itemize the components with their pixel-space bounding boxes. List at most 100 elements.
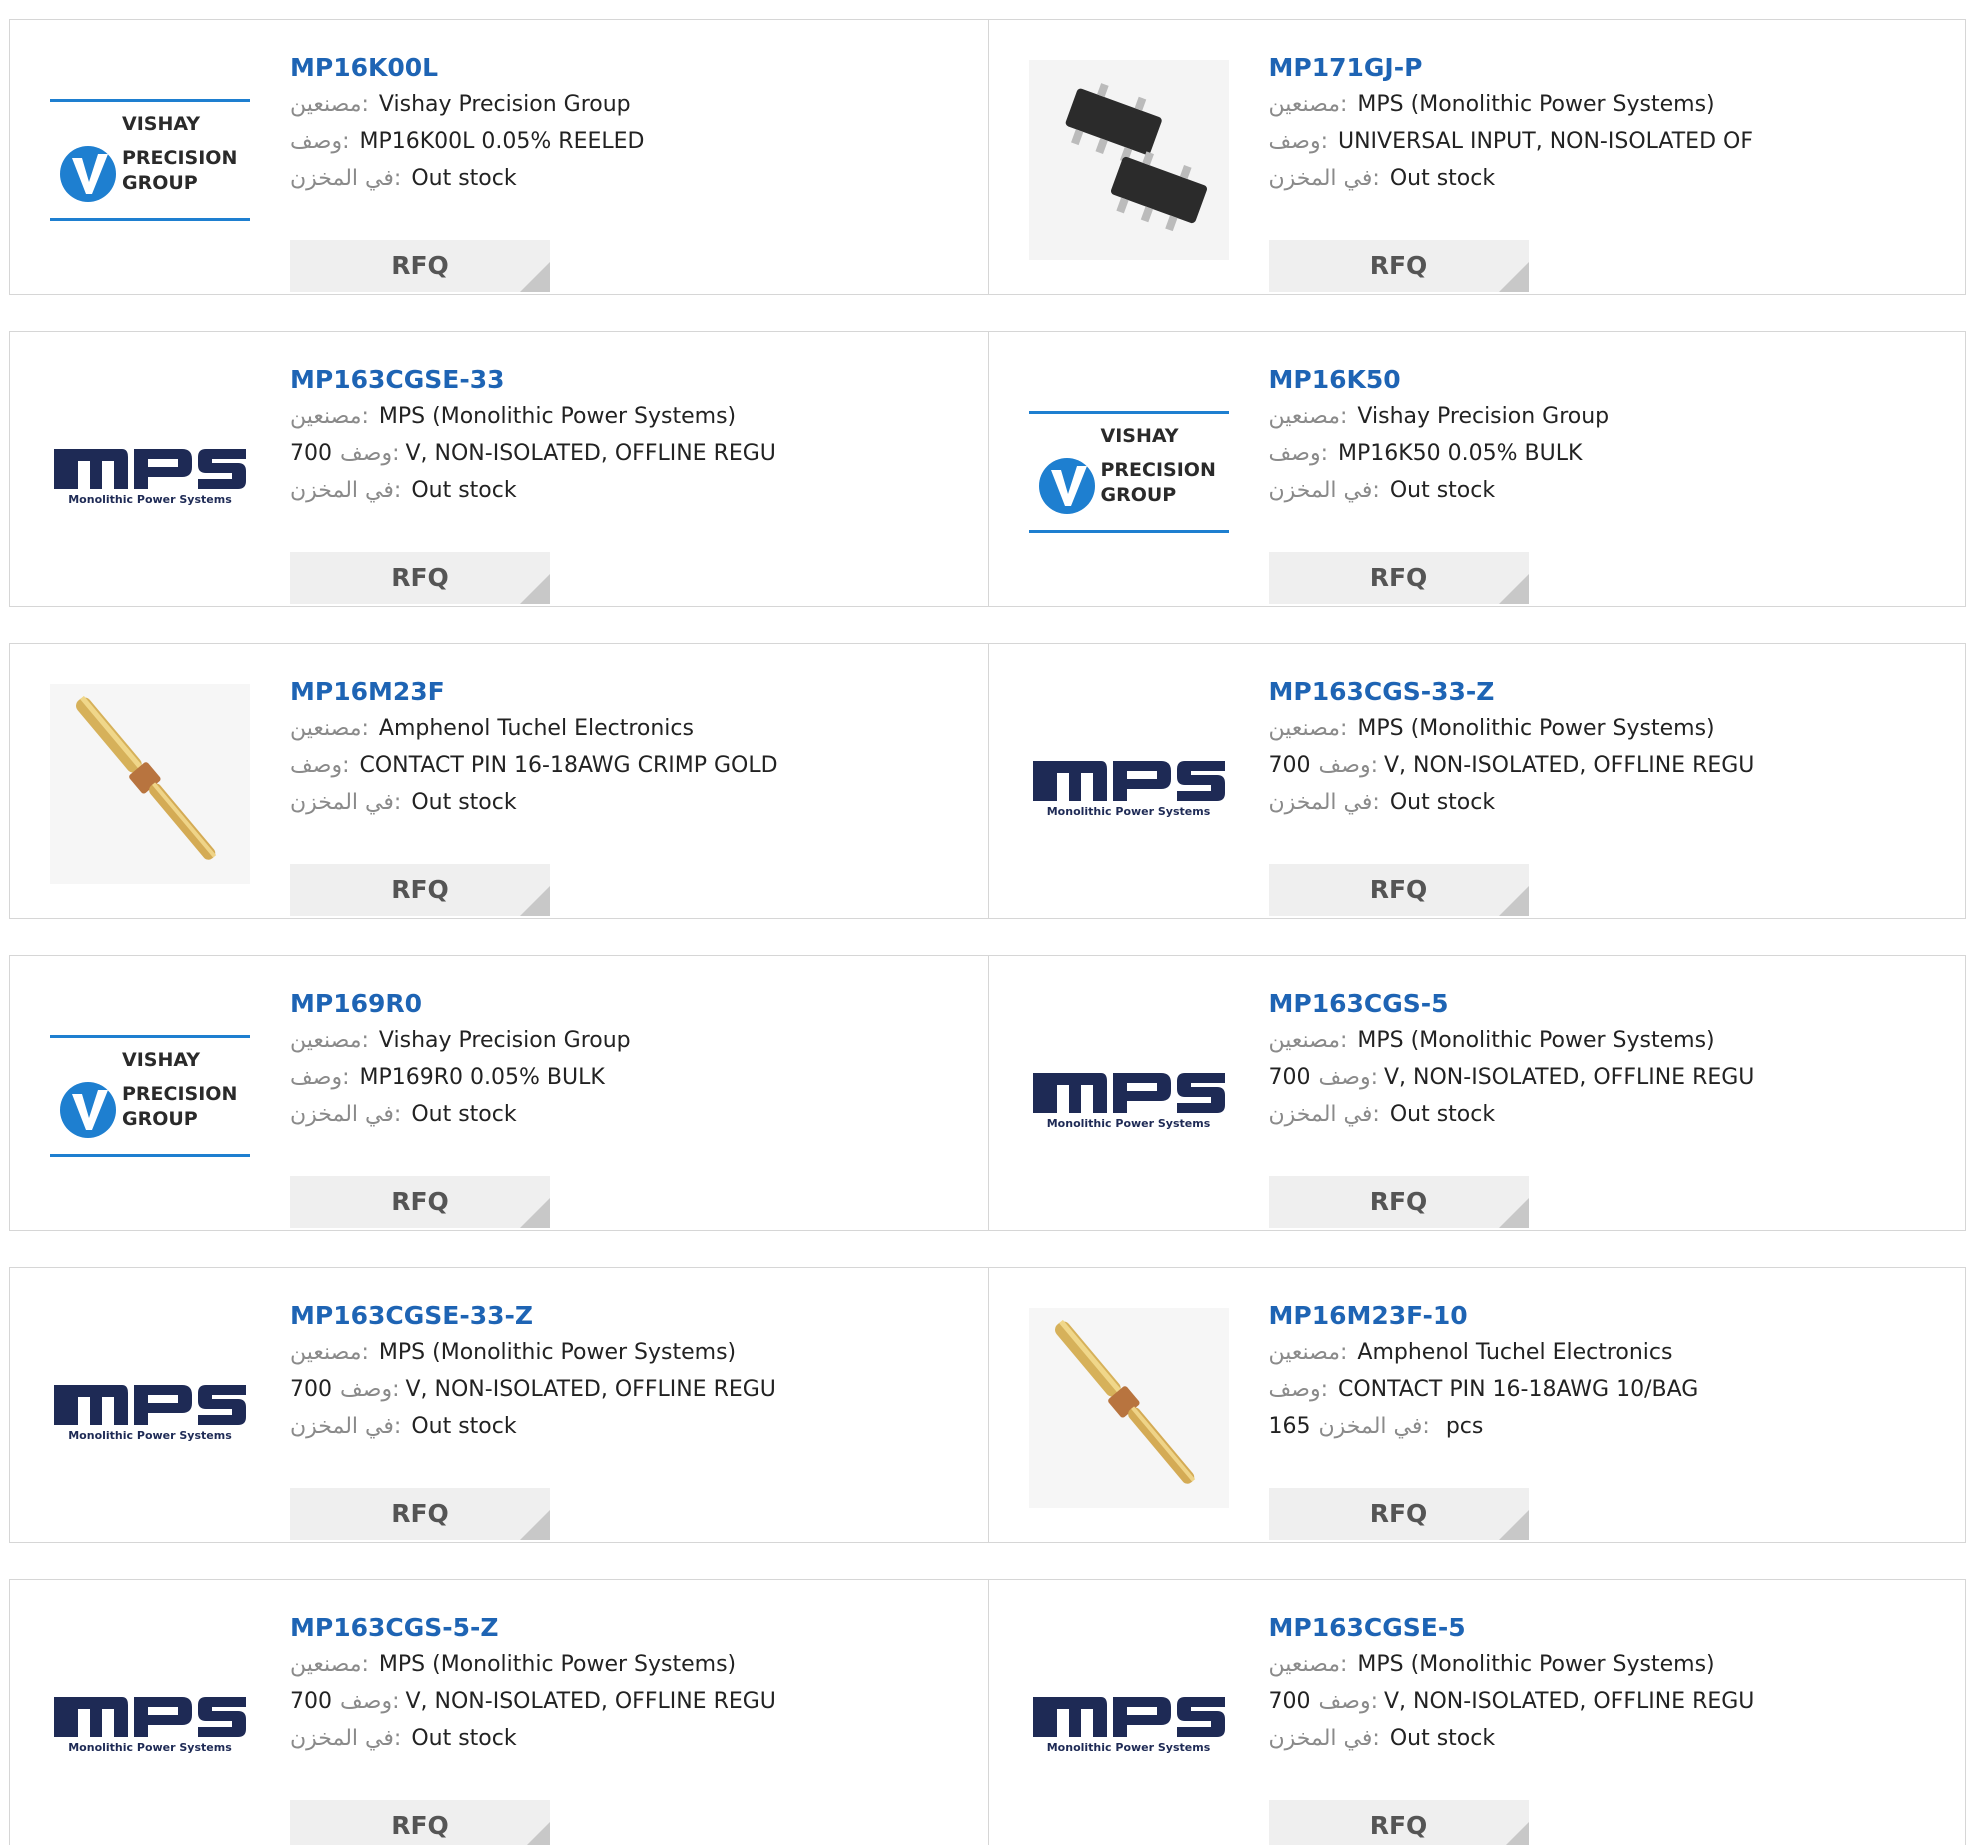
- product-image[interactable]: Monolithic Power Systems: [50, 1620, 250, 1820]
- manufacturer-label: مصنعين:: [290, 1028, 369, 1053]
- stock-line: في المخزن: Out stock: [1269, 1720, 1946, 1757]
- description-label: وصف:: [340, 1689, 400, 1714]
- part-number-link[interactable]: MP16M23F-10: [1269, 1298, 1946, 1334]
- logo-rule: [1028, 411, 1229, 414]
- stock-label: في المخزن:: [1268, 1726, 1380, 1751]
- product-card: MP171GJ-P مصنعين: MPS (Monolithic Power Sy…: [987, 20, 1966, 294]
- part-number-link[interactable]: MP16K00L: [290, 50, 968, 86]
- description-prefix: 700: [290, 1377, 332, 1402]
- rfq-button[interactable]: RFQ: [290, 552, 550, 604]
- rfq-button[interactable]: RFQ: [290, 1176, 550, 1228]
- manufacturer-value: MPS (Monolithic Power Systems): [378, 1652, 737, 1677]
- rfq-button-label: RFQ: [1369, 1811, 1428, 1840]
- rfq-button-label: RFQ: [1369, 1499, 1428, 1528]
- product-card: VISHAY PRECISION GROUP MP169R0 مصنعين: Vishay…: [10, 956, 988, 1230]
- rfq-button[interactable]: RFQ: [290, 240, 550, 292]
- description-label: وصف:: [1318, 753, 1379, 778]
- rfq-button[interactable]: RFQ: [1268, 1176, 1529, 1228]
- mps-logo-subtitle: Monolithic Power Systems: [68, 1429, 232, 1442]
- rfq-button[interactable]: RFQ: [1268, 1800, 1529, 1845]
- part-number-link[interactable]: MP16M23F: [290, 674, 968, 710]
- manufacturer-value: MPS (Monolithic Power Systems): [1357, 1652, 1715, 1677]
- description-label: وصف:: [290, 1065, 350, 1090]
- stock-label: في المخزن:: [1318, 1414, 1430, 1439]
- mps-logo: Monolithic Power Systems: [52, 437, 248, 507]
- part-number-link[interactable]: MP16K50: [1269, 362, 1946, 398]
- manufacturer-value: MPS (Monolithic Power Systems): [378, 404, 737, 429]
- product-image[interactable]: Monolithic Power Systems: [1029, 996, 1229, 1196]
- description-value: V, NON-ISOLATED, OFFLINE REGU: [1384, 1689, 1755, 1714]
- manufacturer-value: Vishay Precision Group: [378, 1028, 631, 1053]
- description-line: وصف: CONTACT PIN 16-18AWG 10/BAG: [1269, 1371, 1946, 1408]
- stock-line: في المخزن: Out stock: [290, 472, 968, 509]
- rfq-button[interactable]: RFQ: [290, 864, 550, 916]
- stock-value: Out stock: [411, 1102, 517, 1127]
- description-line: 700 وصف: V, NON-ISOLATED, OFFLINE REGU: [290, 435, 968, 472]
- product-card: VISHAY PRECISION GROUP MP16K00L مصنعين: Visha…: [10, 20, 988, 294]
- product-image[interactable]: Monolithic Power Systems: [1029, 1620, 1229, 1820]
- stock-line: في المخزن: Out stock: [290, 1408, 968, 1445]
- product-image[interactable]: Monolithic Power Systems: [50, 1308, 250, 1508]
- product-card: Monolithic Power Systems MP163CGS-5-Z مصنع…: [10, 1580, 988, 1845]
- description-line: 700 وصف: V, NON-ISOLATED, OFFLINE REGU: [290, 1371, 968, 1408]
- description-label: وصف:: [290, 753, 350, 778]
- product-image[interactable]: [1028, 60, 1229, 260]
- part-number-link[interactable]: MP169R0: [290, 986, 968, 1022]
- mps-logo: Monolithic Power Systems: [52, 1685, 248, 1755]
- product-image[interactable]: Monolithic Power Systems: [1029, 684, 1229, 884]
- mps-logo-subtitle: Monolithic Power Systems: [1046, 1741, 1211, 1754]
- product-info: MP163CGS-5 مصنعين: MPS (Monolithic Power S…: [1268, 986, 1946, 1228]
- description-prefix: 700: [290, 1689, 332, 1714]
- stock-value: Out stock: [1389, 1102, 1496, 1127]
- manufacturer-line: مصنعين: Vishay Precision Group: [290, 1022, 968, 1059]
- description-prefix: 700: [1268, 753, 1311, 778]
- product-row: VISHAY PRECISION GROUP MP169R0 مصنعين: Vishay…: [9, 955, 1966, 1231]
- vishay-logo-text: GROUP: [122, 172, 198, 194]
- manufacturer-line: مصنعين: MPS (Monolithic Power Systems): [1269, 86, 1946, 123]
- part-number-link[interactable]: MP171GJ-P: [1269, 50, 1946, 86]
- manufacturer-value: MPS (Monolithic Power Systems): [1357, 1028, 1715, 1053]
- stock-line: في المخزن: Out stock: [1269, 160, 1946, 197]
- rfq-button[interactable]: RFQ: [1268, 240, 1529, 292]
- vishay-logo: VISHAY PRECISION GROUP: [1028, 411, 1229, 533]
- manufacturer-line: مصنعين: MPS (Monolithic Power Systems): [1269, 1646, 1946, 1683]
- rfq-corner-icon: [520, 1822, 550, 1845]
- product-image[interactable]: [1028, 1308, 1229, 1508]
- product-row: Monolithic Power Systems MP163CGSE-33-Z مص…: [9, 1267, 1966, 1543]
- manufacturer-value: MPS (Monolithic Power Systems): [1357, 92, 1715, 117]
- product-card: Monolithic Power Systems MP163CGS-33-Z مصن…: [987, 644, 1966, 918]
- manufacturer-label: مصنعين:: [1268, 92, 1348, 117]
- stock-line: في المخزن: Out stock: [290, 784, 968, 821]
- product-image[interactable]: VISHAY PRECISION GROUP: [1028, 372, 1229, 572]
- part-number-link[interactable]: MP163CGS-5-Z: [290, 1610, 968, 1646]
- stock-label: في المخزن:: [1268, 478, 1380, 503]
- manufacturer-value: MPS (Monolithic Power Systems): [1357, 716, 1715, 741]
- product-image[interactable]: Monolithic Power Systems: [50, 372, 250, 572]
- rfq-button[interactable]: RFQ: [1268, 864, 1529, 916]
- stock-line: 165 في المخزن: pcs: [1269, 1408, 1946, 1445]
- stock-line: في المخزن: Out stock: [290, 1096, 968, 1133]
- rfq-button[interactable]: RFQ: [1268, 552, 1529, 604]
- rfq-button[interactable]: RFQ: [1268, 1488, 1529, 1540]
- product-info: MP163CGSE-5 مصنعين: MPS (Monolithic Power …: [1268, 1610, 1946, 1845]
- rfq-button[interactable]: RFQ: [290, 1800, 550, 1845]
- product-image[interactable]: VISHAY PRECISION GROUP: [50, 60, 250, 260]
- product-image[interactable]: VISHAY PRECISION GROUP: [50, 996, 250, 1196]
- part-number-link[interactable]: MP163CGS-5: [1269, 986, 1946, 1022]
- contact-pin-image: [1028, 1308, 1229, 1508]
- manufacturer-line: مصنعين: Amphenol Tuchel Electronics: [290, 710, 968, 747]
- description-line: 700 وصف: V, NON-ISOLATED, OFFLINE REGU: [1269, 1683, 1946, 1720]
- description-value: MP16K50 0.05% BULK: [1338, 441, 1583, 466]
- mps-logo-subtitle: Monolithic Power Systems: [1046, 1117, 1211, 1130]
- stock-label: في المخزن:: [290, 478, 402, 503]
- stock-value: Out stock: [1389, 166, 1496, 191]
- manufacturer-value: Vishay Precision Group: [378, 92, 631, 117]
- part-number-link[interactable]: MP163CGSE-33-Z: [290, 1298, 968, 1334]
- part-number-link[interactable]: MP163CGSE-33: [290, 362, 968, 398]
- stock-value: Out stock: [411, 1726, 517, 1751]
- part-number-link[interactable]: MP163CGS-33-Z: [1269, 674, 1946, 710]
- rfq-button[interactable]: RFQ: [290, 1488, 550, 1540]
- rfq-corner-icon: [1498, 886, 1529, 916]
- part-number-link[interactable]: MP163CGSE-5: [1269, 1610, 1946, 1646]
- product-image[interactable]: [50, 684, 250, 884]
